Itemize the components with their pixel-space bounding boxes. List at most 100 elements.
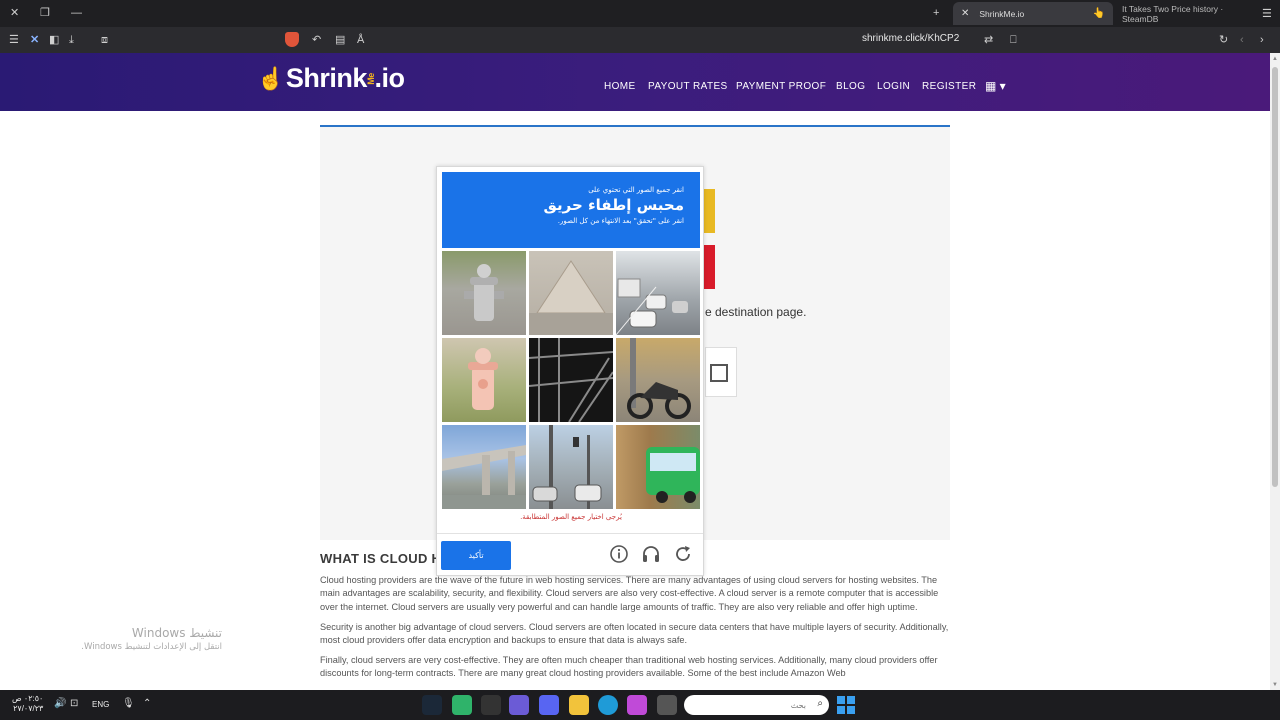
browser-tab-bar: ✕ ❐ — + ✕ ShrinkMe.io 👆 It Takes Two Pri… [0, 0, 1280, 27]
back-icon[interactable]: ‹ [1240, 33, 1244, 47]
motorcycle-image [627, 338, 691, 419]
article-paragraph: Cloud hosting providers are the wave of … [320, 575, 939, 612]
page-scrollbar[interactable]: ▲ ▼ [1270, 53, 1280, 690]
hydrant-image [464, 264, 504, 321]
captcha-tile[interactable] [616, 425, 700, 509]
site-header: ☝ Shrink Me .io HOME PAYOUT RATES PAYMEN… [0, 53, 1270, 111]
captcha-tile[interactable] [616, 338, 700, 422]
steam-app-icon[interactable] [422, 695, 442, 715]
scroll-up-icon[interactable]: ▲ [1272, 56, 1278, 62]
language-selector-icon[interactable]: ▦ ▾ [985, 79, 1006, 93]
taskbar-search[interactable]: ⌕ [684, 695, 829, 715]
app-icon[interactable] [481, 695, 501, 715]
microphone-icon[interactable]: 🎙 [122, 698, 135, 709]
windows-start-icon[interactable] [837, 696, 855, 714]
headphones-icon[interactable] [641, 544, 661, 564]
destination-text: e destination page. [705, 305, 807, 319]
minimize-window-icon[interactable]: — [71, 6, 82, 20]
menu-icon[interactable]: ☰ [9, 33, 19, 47]
taskbar-clock[interactable]: ٠٢:٥٠ ص ٢٧/٠٧/٢٣ [12, 694, 43, 714]
captcha-checkbox[interactable] [710, 364, 728, 382]
bookmark-icon[interactable]: ⎕ [1010, 33, 1017, 47]
captcha-instruction: انقر جميع الصور التي تحتوي على [588, 186, 684, 194]
extension-icon[interactable]: ✕ [30, 33, 39, 47]
nav-payment-proof[interactable]: PAYMENT PROOF [736, 81, 826, 92]
highway-image [616, 278, 688, 335]
copilot-app-icon[interactable] [627, 695, 647, 715]
reload-icon[interactable]: ↻ [1219, 33, 1228, 47]
tab-title: It Takes Two Price history · SteamDB [1122, 3, 1224, 24]
scrollbar-thumb[interactable] [1272, 67, 1278, 487]
address-bar[interactable]: shrinkme.click/KhCP2 [862, 33, 959, 44]
captcha-error-message: يُرجى اختيار جميع الصور المتطابقة. [520, 513, 622, 521]
file-explorer-icon[interactable] [569, 695, 589, 715]
captcha-image-grid [442, 251, 700, 509]
back-page-icon[interactable]: ↶ [312, 33, 321, 47]
tabs-menu-icon[interactable]: ☰ [1262, 7, 1272, 21]
translate-icon[interactable]: Å [357, 33, 364, 47]
chevron-up-icon[interactable]: ⌃ [143, 698, 151, 709]
nav-home[interactable]: HOME [604, 81, 636, 92]
captcha-tile[interactable] [529, 425, 613, 509]
browser-toolbar: ☰ ✕ ◧ ⤓ ⧈ ↶ ▤ Å shrinkme.click/KhCP2 ⇄ ⎕… [0, 27, 1280, 53]
windows-taskbar: ٠٢:٥٠ ص ٢٧/٠٧/٢٣ 🔊 ⊡ ENG 🎙 ⌃ ⌕ [0, 690, 1280, 720]
nav-login[interactable]: LOGIN [877, 81, 910, 92]
close-window-icon[interactable]: ✕ [10, 6, 19, 20]
nav-payout-rates[interactable]: PAYOUT RATES [648, 81, 728, 92]
overpass-image [442, 445, 526, 509]
close-tab-icon[interactable]: ✕ [961, 8, 969, 19]
site-logo[interactable]: ☝ Shrink Me .io [257, 63, 405, 94]
hydrant-image [468, 348, 498, 410]
verify-button[interactable]: تأكيد [441, 541, 511, 570]
download-icon[interactable]: ⤓ [69, 33, 74, 47]
forward-icon[interactable]: › [1260, 33, 1264, 47]
tab-steamdb[interactable]: It Takes Two Price history · SteamDB [1114, 2, 1259, 25]
captcha-tile[interactable] [442, 425, 526, 509]
sidebar-icon[interactable]: ◧ [49, 33, 59, 47]
edge-app-icon[interactable] [598, 695, 618, 715]
network-icon[interactable]: ⊡ [70, 698, 78, 709]
yellow-button[interactable] [703, 189, 715, 233]
bus-image [646, 447, 700, 503]
street-image [532, 425, 602, 509]
browser-app-icon[interactable] [509, 695, 529, 715]
site-settings-icon[interactable]: ⇄ [984, 33, 993, 47]
captcha-header: انقر جميع الصور التي تحتوي على محبس إطفا… [442, 172, 700, 248]
captcha-tile[interactable] [442, 338, 526, 422]
captcha-tile[interactable] [616, 251, 700, 335]
captcha-tile[interactable] [442, 251, 526, 335]
shield-icon[interactable] [285, 32, 299, 47]
refresh-icon[interactable] [673, 544, 693, 564]
captcha-footer: تأكيد [437, 533, 703, 575]
captcha-challenge: انقر جميع الصور التي تحتوي على محبس إطفا… [436, 166, 704, 576]
tab-shrinkme[interactable]: ✕ ShrinkMe.io 👆 [953, 2, 1113, 25]
new-tab-button[interactable]: + [933, 6, 939, 20]
tab-title: ShrinkMe.io [979, 8, 1025, 19]
pyramid-image [529, 260, 613, 335]
nav-register[interactable]: REGISTER [922, 81, 976, 92]
app-icon[interactable] [452, 695, 472, 715]
reader-icon[interactable]: ▤ [335, 33, 345, 47]
article-paragraph: Security is another big advantage of clo… [320, 621, 949, 646]
task-view-icon[interactable] [657, 695, 677, 715]
search-input[interactable] [694, 698, 806, 712]
captcha-tile[interactable] [529, 251, 613, 335]
windows-activation-watermark: تنشيط Windows انتقل إلى الإعدادات لتنشيط… [81, 626, 222, 652]
nav-blog[interactable]: BLOG [836, 81, 865, 92]
screenshot-icon[interactable]: ⧈ [101, 33, 108, 47]
captcha-subinstruction: انقر على "تحقق" بعد الانتهاء من كل الصور… [557, 217, 684, 225]
captcha-target: محبس إطفاء حريق [543, 196, 684, 214]
captcha-tile[interactable] [529, 338, 613, 422]
red-button[interactable] [703, 245, 715, 289]
hand-logo-icon: ☝ [257, 65, 284, 91]
captcha-checkbox-widget[interactable] [705, 347, 737, 397]
search-icon: ⌕ [817, 698, 823, 709]
volume-icon[interactable]: 🔊 [54, 698, 66, 709]
language-indicator[interactable]: ENG [92, 700, 109, 709]
info-icon[interactable] [609, 544, 629, 564]
scroll-down-icon[interactable]: ▼ [1272, 682, 1278, 688]
article-paragraph: Finally, cloud servers are very cost-eff… [320, 655, 938, 679]
discord-app-icon[interactable] [539, 695, 559, 715]
fire-escape-image [529, 338, 613, 422]
restore-window-icon[interactable]: ❐ [40, 6, 50, 20]
